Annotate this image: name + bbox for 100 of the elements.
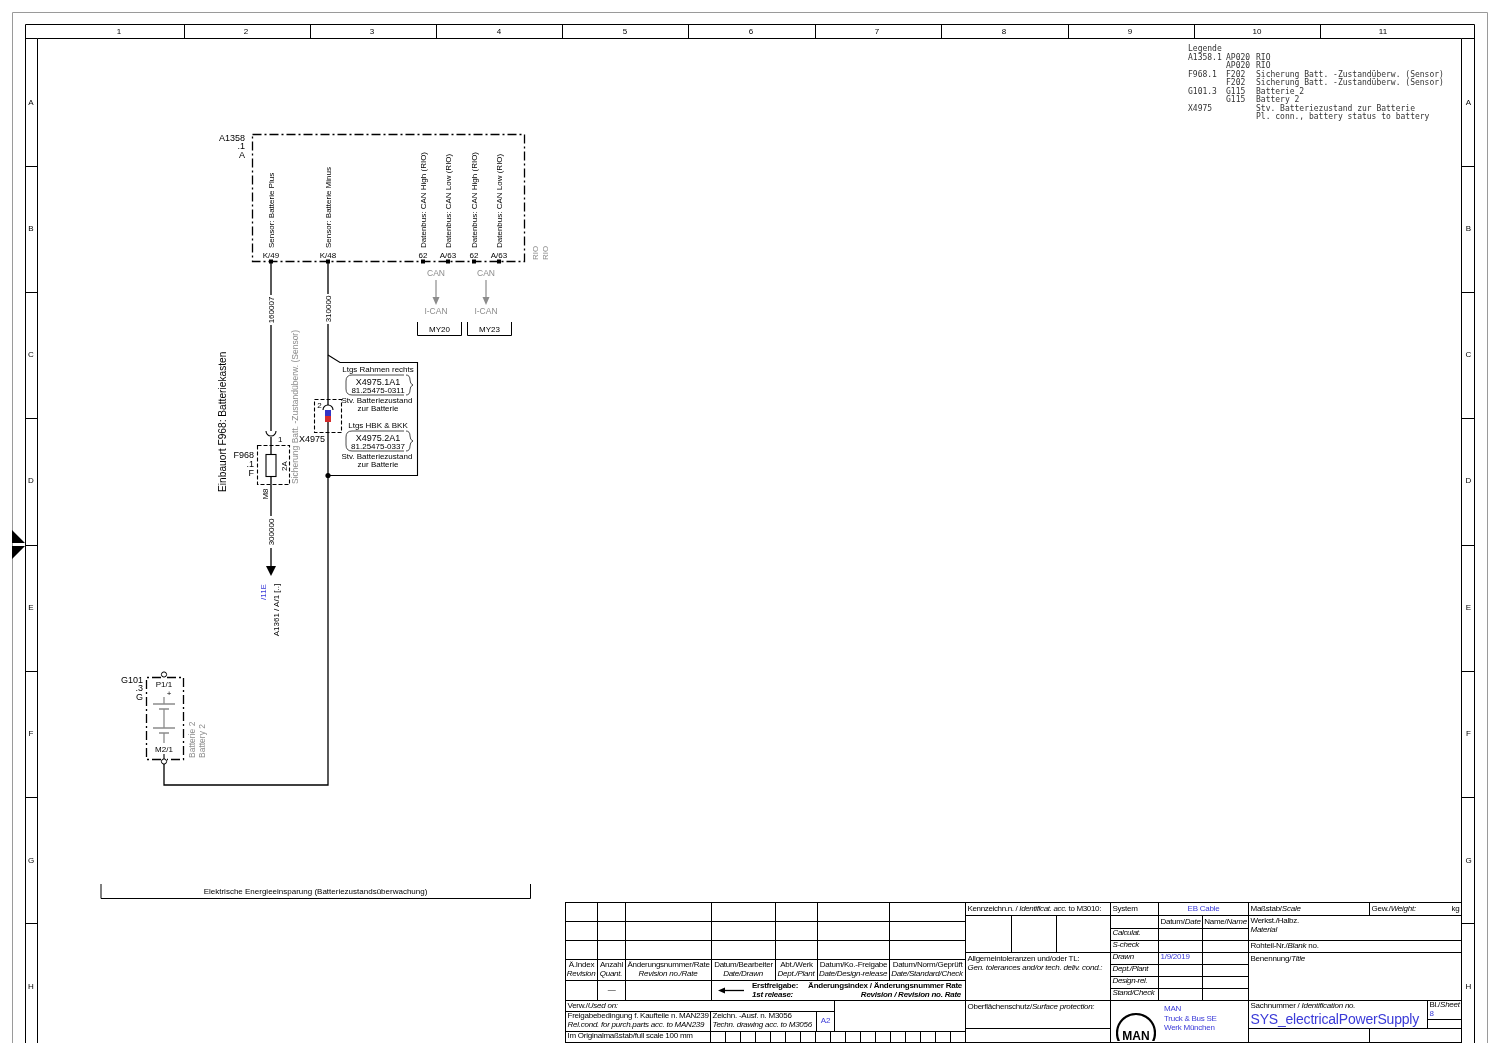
component-boundary bbox=[313, 398, 343, 434]
row-letter: A bbox=[28, 98, 34, 107]
column-header: Quant. bbox=[599, 970, 624, 979]
component-index: .1 bbox=[237, 141, 245, 151]
pin-terminal-icon bbox=[421, 259, 425, 264]
table-cell bbox=[1203, 977, 1249, 989]
legend-code: G115 bbox=[1226, 86, 1246, 96]
row-letter: H bbox=[28, 982, 34, 991]
revision-note: Änderungsindex / Änderungsnummer Rate bbox=[808, 981, 962, 990]
step-label: Design-rel. bbox=[1112, 977, 1149, 986]
field-label: Oberflächenschutz/Surface protection: bbox=[967, 1003, 1096, 1012]
column-header: Datum/Date bbox=[1160, 917, 1201, 927]
pin-number: M2/1 bbox=[155, 745, 173, 754]
component-type: A bbox=[239, 150, 245, 160]
legend-description: Sicherung Batt. -Zustandüberw. (Sensor) bbox=[1256, 69, 1444, 79]
connector-id: X4975.1A1 bbox=[355, 376, 401, 387]
pin-description: Sensor: Batterie Minus bbox=[324, 167, 333, 248]
field-label: System bbox=[1112, 904, 1139, 914]
field-label: Allgemeintoleranzen und/oder TL: bbox=[967, 955, 1081, 964]
column-header: Dept./Plant bbox=[777, 970, 816, 979]
table-cell bbox=[891, 1032, 906, 1043]
quantity-mark: — bbox=[607, 986, 616, 995]
release-label: Erstfreigabe: bbox=[752, 981, 799, 990]
component-type: F bbox=[248, 468, 254, 478]
field-label: Material bbox=[1250, 925, 1279, 935]
column-header: Date/Design-release bbox=[818, 970, 889, 979]
column-number: 1 bbox=[116, 27, 122, 36]
component-index: .1 bbox=[246, 459, 254, 469]
bus-label: CAN bbox=[477, 268, 495, 278]
connector-icon bbox=[322, 404, 334, 422]
field-label: Gew./Weight: bbox=[1371, 904, 1416, 914]
row-letter: F bbox=[1466, 729, 1471, 738]
polarity-sign: + bbox=[166, 689, 172, 698]
legend-description: RIO bbox=[1256, 52, 1271, 62]
arrow bbox=[482, 279, 490, 305]
column-header: Änderungsnummer/Rate bbox=[627, 961, 710, 971]
step-label: Stand/Check bbox=[1112, 989, 1156, 998]
tag-outline bbox=[345, 374, 414, 396]
column-number: 11 bbox=[1378, 27, 1388, 36]
part-number: 81.25475-0337 bbox=[351, 442, 405, 451]
table-cell bbox=[951, 1032, 966, 1043]
row-letter: B bbox=[1465, 224, 1472, 233]
revision-note: Revision / Revision no. Rate bbox=[860, 990, 962, 1000]
scale-note: Im Originalmaßstab/full scale 100 mm bbox=[567, 1032, 694, 1041]
pin-description: Datenbus: CAN Low (RIO) bbox=[495, 153, 504, 248]
row-letter: C bbox=[28, 350, 34, 359]
column-number: 9 bbox=[1127, 27, 1133, 36]
row-letter: E bbox=[28, 603, 34, 612]
pin-number: A/63 bbox=[439, 250, 457, 260]
step-label: Drawn bbox=[1112, 953, 1135, 962]
company-name: Truck & Bus SE bbox=[1164, 1013, 1217, 1024]
socket-icon bbox=[265, 430, 277, 437]
module-side-label: RIO bbox=[531, 245, 540, 260]
variant-bracket bbox=[467, 321, 512, 336]
wire-number: 160007 bbox=[267, 296, 276, 324]
arrow-icon bbox=[718, 987, 744, 994]
date-value: 1/9/2019 bbox=[1160, 953, 1191, 962]
variant-bracket bbox=[417, 321, 462, 336]
row-letter: C bbox=[1465, 350, 1472, 359]
legend-description: Batterie 2 bbox=[1256, 86, 1305, 96]
legend-code: F202 bbox=[1226, 78, 1246, 87]
table-cell bbox=[1203, 965, 1249, 977]
pin-terminal-icon bbox=[497, 259, 501, 264]
junction-dot-icon bbox=[325, 472, 331, 479]
component-description: Battery 2 bbox=[197, 723, 207, 758]
table-cell bbox=[846, 1032, 861, 1043]
legend-reference: A1358.1 bbox=[1188, 52, 1222, 62]
column-number: 7 bbox=[874, 27, 880, 36]
field-label: Maßstab/Scale bbox=[1250, 904, 1302, 914]
field-label: Bl./Sheet bbox=[1429, 1001, 1460, 1010]
step-label: Dept./Plant bbox=[1112, 965, 1150, 974]
legend-reference: F968.1 bbox=[1188, 69, 1217, 79]
step-label: Calculat. bbox=[1112, 929, 1142, 938]
release-condition: Rel.cond. for purch.parts acc. to MAN239 bbox=[567, 1020, 706, 1030]
pin-number: P1/1 bbox=[155, 679, 173, 689]
bus-label: I-CAN bbox=[474, 306, 498, 316]
pin-number: 62 bbox=[469, 250, 479, 260]
table-cell bbox=[906, 1032, 921, 1043]
component-reference: F968 bbox=[233, 450, 254, 460]
legend-code: AP020 bbox=[1226, 61, 1251, 70]
field-label: Kennzeichn.n. / Identificat. acc. to M3010: bbox=[967, 904, 1102, 914]
pin-number: 62 bbox=[418, 250, 428, 260]
fuse-rating: 2A bbox=[279, 461, 289, 471]
row-letter: A bbox=[1465, 98, 1472, 107]
legend-description: Sicherung Batt. -Zustandüberw. (Sensor) bbox=[1256, 78, 1444, 87]
page-reference-link[interactable]: /11E bbox=[259, 584, 268, 600]
table-cell bbox=[831, 1032, 846, 1043]
field-label: Gen. tolerances and/or tech. deliv. cond.: bbox=[967, 963, 1104, 973]
legend-description: Battery 2 bbox=[1256, 95, 1300, 104]
component-reference: A1358 bbox=[218, 133, 245, 143]
system-value: EB Cable bbox=[1187, 904, 1220, 914]
component-type: G bbox=[136, 692, 143, 702]
column-header: Revision no./Rate bbox=[638, 970, 699, 979]
row-letter: F bbox=[28, 729, 34, 738]
row-letter: H bbox=[1465, 982, 1472, 991]
table-cell bbox=[818, 922, 890, 941]
legend-reference: X4975 bbox=[1188, 103, 1213, 113]
used-on-label: Verw./Used on: bbox=[567, 1001, 619, 1011]
terminal-icon bbox=[160, 758, 168, 765]
table-cell bbox=[712, 922, 776, 941]
